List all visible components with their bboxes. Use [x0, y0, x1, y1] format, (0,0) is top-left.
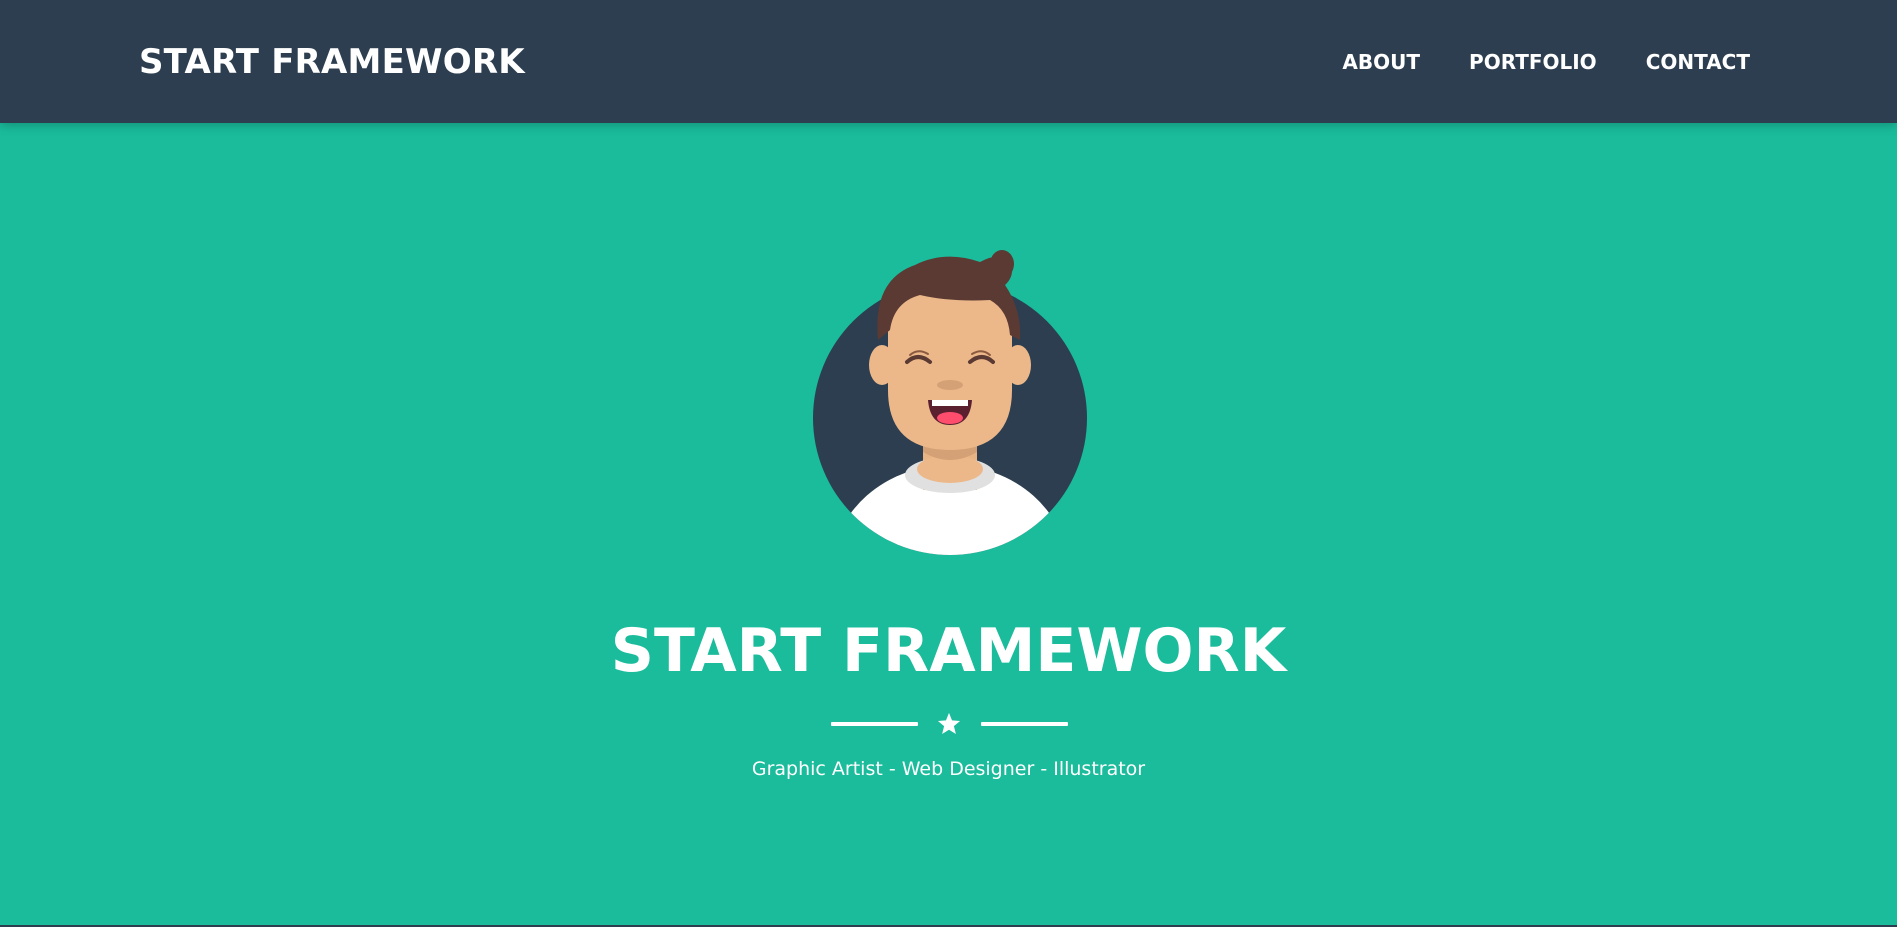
brand-link[interactable]: START FRAMEWORK: [139, 40, 525, 84]
nav-link-contact[interactable]: CONTACT: [1646, 48, 1750, 76]
navbar: START FRAMEWORK ABOUT PORTFOLIO CONTACT: [0, 0, 1897, 123]
nav-link-portfolio[interactable]: PORTFOLIO: [1469, 48, 1597, 76]
hero-title: START FRAMEWORK: [610, 616, 1287, 686]
nav-links: ABOUT PORTFOLIO CONTACT: [1342, 48, 1750, 76]
avatar-image: [813, 250, 1087, 555]
star-icon: [937, 712, 961, 735]
divider-line-right: [981, 722, 1068, 726]
nav-link-about[interactable]: ABOUT: [1342, 48, 1420, 76]
hero-subtitle: Graphic Artist - Web Designer - Illustra…: [751, 758, 1146, 780]
title-divider: [831, 707, 1068, 741]
divider-line-left: [831, 722, 918, 726]
